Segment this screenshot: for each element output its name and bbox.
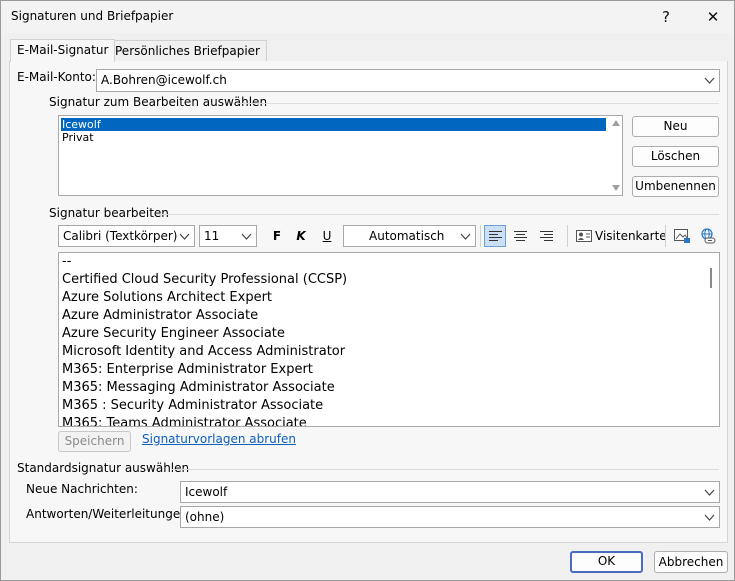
replies-dropdown[interactable]: (ohne) [180, 506, 720, 528]
editor-scrollbar[interactable] [710, 268, 712, 288]
editor-line: Azure Security Engineer Associate [62, 326, 285, 341]
rename-signature-button[interactable]: Umbenennen [632, 176, 719, 197]
font-color-dropdown[interactable]: Automatisch [343, 225, 476, 247]
font-color-value: Automatisch [369, 229, 445, 243]
toolbar-separator [567, 225, 568, 247]
signature-list[interactable]: Icewolf Privat [58, 115, 623, 196]
close-button[interactable]: ✕ [698, 5, 728, 29]
delete-signature-button[interactable]: Löschen [632, 146, 719, 167]
edit-signature-group-label: Signatur bearbeiten [49, 206, 169, 220]
editor-line: M365 : Security Administrator Associate [62, 398, 324, 413]
signature-editor[interactable]: -- Certified Cloud Security Professional… [58, 252, 720, 427]
editor-line: Microsoft Identity and Access Administra… [62, 344, 346, 359]
align-left-button[interactable] [484, 225, 506, 247]
font-dropdown[interactable]: Calibri (Textkörper) [58, 225, 195, 247]
new-signature-button[interactable]: Neu [632, 116, 719, 137]
signatures-dialog: Signaturen und Briefpapier ? ✕ E-Mail-Si… [0, 0, 735, 581]
editor-line: M365: Enterprise Administrator Expert [62, 362, 313, 377]
editor-line: -- [62, 254, 72, 269]
align-right-icon [540, 231, 553, 241]
new-messages-label: Neue Nachrichten: [26, 482, 138, 496]
select-signature-group-label: Signatur zum Bearbeiten auswählen [49, 95, 268, 109]
chevron-down-icon [704, 77, 715, 84]
scroll-up-icon[interactable] [610, 118, 622, 128]
business-card-button[interactable]: Visitenkarte [573, 225, 667, 247]
templates-link[interactable]: Signaturvorlagen abrufen [142, 432, 296, 446]
editor-line: Azure Solutions Architect Expert [62, 290, 273, 305]
signature-list-item[interactable]: Privat [61, 131, 94, 144]
font-size-value: 11 [204, 229, 220, 243]
font-value: Calibri (Textkörper) [63, 229, 178, 243]
scroll-down-icon[interactable] [610, 183, 622, 193]
new-messages-dropdown[interactable]: Icewolf [180, 481, 720, 503]
new-messages-value: Icewolf [185, 485, 228, 499]
replies-value: (ohne) [185, 510, 225, 524]
picture-icon [674, 229, 690, 243]
hyperlink-icon [701, 228, 716, 244]
editor-line: Azure Administrator Associate [62, 308, 259, 323]
chevron-down-icon [241, 233, 252, 240]
save-button[interactable]: Speichern [58, 431, 131, 452]
italic-button[interactable]: K [291, 225, 311, 247]
account-dropdown[interactable]: A.Bohren@icewolf.ch [96, 69, 720, 92]
editor-line: M365: Messaging Administrator Associate [62, 380, 335, 395]
underline-button[interactable]: U [317, 225, 337, 247]
insert-hyperlink-button[interactable] [697, 225, 719, 247]
group-divider [171, 469, 719, 470]
account-value: A.Bohren@icewolf.ch [101, 73, 227, 87]
insert-picture-button[interactable] [671, 225, 693, 247]
chevron-down-icon [179, 233, 190, 240]
group-divider [239, 103, 719, 104]
align-center-button[interactable] [510, 225, 532, 247]
ok-button[interactable]: OK [570, 551, 643, 573]
help-button[interactable]: ? [651, 5, 681, 29]
chevron-down-icon [704, 489, 715, 496]
align-right-button[interactable] [536, 225, 558, 247]
cancel-button[interactable]: Abbrechen [654, 551, 728, 573]
bold-button[interactable]: F [267, 225, 287, 247]
business-card-label: Visitenkarte [595, 229, 667, 243]
tab-personal-stationery[interactable]: Persönliches Briefpapier [108, 40, 267, 62]
font-size-dropdown[interactable]: 11 [199, 225, 257, 247]
editor-line: M365: Teams Administrator Associate [62, 416, 307, 427]
group-divider [157, 214, 719, 215]
tab-email-signature[interactable]: E-Mail-Signatur [10, 39, 116, 62]
editor-line: Certified Cloud Security Professional (C… [62, 272, 348, 287]
align-center-icon [514, 231, 527, 241]
chevron-down-icon [704, 514, 715, 521]
replies-label: Antworten/Weiterleitungen: [26, 507, 192, 521]
window-title: Signaturen und Briefpapier [11, 9, 174, 23]
account-label: E-Mail-Konto: [17, 70, 96, 84]
chevron-down-icon [460, 233, 471, 240]
business-card-icon [576, 230, 592, 242]
default-signature-group-label: Standardsignatur auswählen [17, 461, 190, 475]
signature-list-item[interactable]: Icewolf [61, 118, 606, 131]
toolbar-separator [665, 225, 666, 247]
align-left-icon [489, 231, 502, 241]
toolbar-separator [480, 225, 481, 247]
